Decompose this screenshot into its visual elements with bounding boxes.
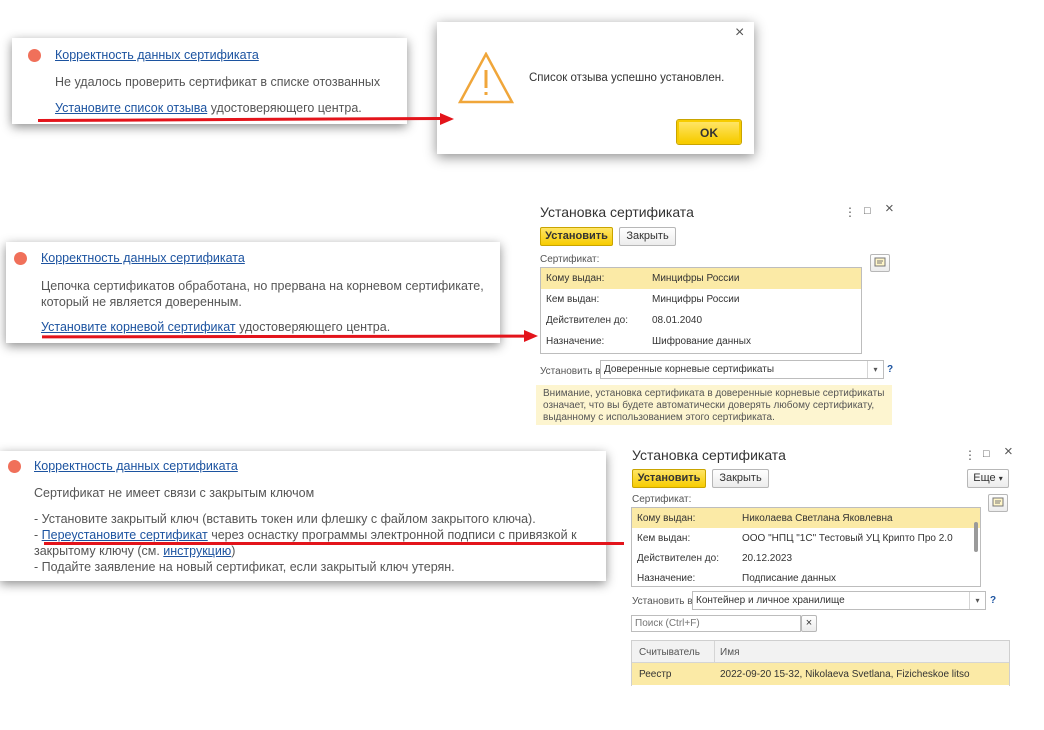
- grid-row-valid-until[interactable]: Действителен до: 08.01.2040: [541, 310, 861, 331]
- check-error-text: Не удалось проверить сертификат в списке…: [55, 75, 381, 89]
- warning-icon: [458, 52, 514, 104]
- table-header: Считыватель Имя: [632, 641, 1009, 663]
- close-button[interactable]: Закрыть: [712, 469, 769, 488]
- install-to-select[interactable]: Контейнер и личное хранилище ▾: [692, 591, 986, 610]
- grid-row-issued-to[interactable]: Кому выдан: Николаева Светлана Яковлевна: [632, 508, 980, 528]
- close-icon[interactable]: ×: [885, 201, 894, 216]
- certificate-check-panel-2: Корректность данных сертификата Цепочка …: [6, 242, 500, 343]
- certificate-validity-link[interactable]: Корректность данных сертификата: [55, 48, 259, 62]
- install-root-certificate-link[interactable]: Установите корневой сертификат: [41, 320, 236, 334]
- install-certificate-window-2: Установка сертификата ⋮ □ × Установить З…: [624, 438, 1020, 686]
- no-private-key-text: Сертификат не имеет связи с закрытым клю…: [34, 486, 315, 500]
- grid-row-issued-by[interactable]: Кем выдан: Минцифры России: [541, 289, 861, 310]
- action-rest-text: удостоверяющего центра.: [235, 320, 391, 334]
- window-title: Установка сертификата: [540, 204, 694, 220]
- advice-line-1: - Установите закрытый ключ (вставить ток…: [34, 512, 536, 526]
- certificate-view-icon[interactable]: [870, 254, 890, 272]
- more-menu-icon[interactable]: ⋮: [964, 449, 976, 461]
- certificate-details-grid: Кому выдан: Минцифры России Кем выдан: М…: [540, 267, 862, 354]
- help-icon[interactable]: ?: [990, 595, 996, 606]
- help-icon[interactable]: ?: [887, 364, 893, 375]
- chevron-down-icon[interactable]: ▾: [867, 361, 883, 378]
- ok-button[interactable]: OK: [676, 119, 742, 145]
- instruction-link[interactable]: инструкцию: [163, 544, 231, 558]
- chain-error-text-line2: который не является доверенным.: [41, 295, 242, 309]
- install-to-value: Контейнер и личное хранилище: [696, 595, 845, 606]
- cell-reader: Реестр: [639, 669, 672, 680]
- install-to-value: Доверенные корневые сертификаты: [604, 364, 775, 375]
- install-button[interactable]: Установить: [632, 469, 706, 488]
- reinstall-certificate-link[interactable]: Переустановите сертификат: [42, 528, 208, 542]
- certificate-validity-link[interactable]: Корректность данных сертификата: [34, 459, 238, 473]
- arrow-2-head: [524, 330, 538, 342]
- close-button[interactable]: Закрыть: [619, 227, 676, 246]
- close-icon[interactable]: ×: [1004, 444, 1013, 459]
- keys-table: Считыватель Имя Реестр 2022-09-20 15-32,…: [631, 640, 1010, 686]
- chevron-down-icon[interactable]: ▾: [969, 592, 985, 609]
- advice-line-4: - Подайте заявление на новый сертификат,…: [34, 560, 455, 574]
- arrow-3-line: [44, 542, 638, 545]
- search-input-box[interactable]: [631, 615, 801, 632]
- error-status-icon: [28, 49, 41, 62]
- search-input[interactable]: [635, 618, 795, 629]
- dialog-message: Список отзыва успешно установлен.: [529, 72, 725, 84]
- install-certificate-window-1: Установка сертификата ⋮ □ × Установить З…: [512, 176, 903, 426]
- grid-scrollbar[interactable]: [974, 522, 978, 552]
- more-dropdown-button[interactable]: Еще ▾: [967, 469, 1009, 488]
- window-title: Установка сертификата: [632, 447, 786, 463]
- grid-row-purpose[interactable]: Назначение: Подписание данных: [632, 568, 980, 588]
- maximize-icon[interactable]: □: [983, 448, 990, 460]
- chevron-down-icon: ▾: [998, 474, 1003, 483]
- more-menu-icon[interactable]: ⋮: [844, 206, 856, 218]
- error-status-icon: [14, 252, 27, 265]
- grid-row-issued-to[interactable]: Кому выдан: Минцифры России: [541, 268, 861, 289]
- grid-row-purpose[interactable]: Назначение: Шифрование данных: [541, 331, 861, 352]
- maximize-icon[interactable]: □: [864, 205, 871, 217]
- revocation-list-installed-dialog: × Список отзыва успешно установлен. OK: [437, 22, 754, 154]
- certificate-check-panel-1: Корректность данных сертификата Не удало…: [12, 38, 407, 124]
- clear-search-icon[interactable]: ×: [801, 615, 817, 632]
- cell-name: 2022-09-20 15-32, Nikolaeva Svetlana, Fi…: [720, 669, 970, 680]
- install-to-label: Установить в:: [540, 366, 604, 377]
- install-to-label: Установить в:: [632, 596, 696, 607]
- certificate-view-icon[interactable]: [988, 494, 1008, 512]
- grid-row-valid-until[interactable]: Действителен до: 20.12.2023: [632, 548, 980, 568]
- column-header-reader[interactable]: Считыватель: [639, 647, 700, 658]
- warning-note: Внимание, установка сертификата в довере…: [536, 385, 892, 425]
- certificate-label: Сертификат:: [540, 254, 600, 265]
- certificate-label: Сертификат:: [632, 494, 692, 505]
- error-status-icon: [8, 460, 21, 473]
- close-icon[interactable]: ×: [735, 25, 744, 41]
- chain-error-text-line1: Цепочка сертификатов обработана, но прер…: [41, 279, 484, 293]
- install-button[interactable]: Установить: [540, 227, 613, 246]
- certificate-check-panel-3: Корректность данных сертификата Сертифик…: [0, 451, 606, 581]
- action-rest-text: удостоверяющего центра.: [207, 101, 362, 115]
- install-revocation-list-link[interactable]: Установите список отзыва: [55, 101, 207, 115]
- certificate-details-grid: Кому выдан: Николаева Светлана Яковлевна…: [631, 507, 981, 587]
- arrow-1-head: [440, 113, 454, 125]
- grid-row-issued-by[interactable]: Кем выдан: ООО "НПЦ "1С" Тестовый УЦ Кри…: [632, 528, 980, 548]
- install-to-select[interactable]: Доверенные корневые сертификаты ▾: [600, 360, 884, 379]
- certificate-validity-link[interactable]: Корректность данных сертификата: [41, 251, 245, 265]
- column-header-name[interactable]: Имя: [720, 647, 739, 658]
- table-row[interactable]: Реестр 2022-09-20 15-32, Nikolaeva Svetl…: [632, 663, 1009, 685]
